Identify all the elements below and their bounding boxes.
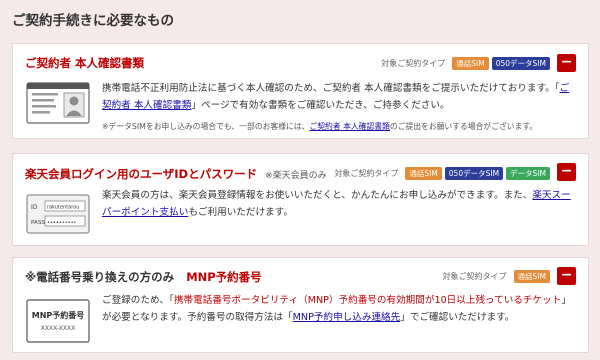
mnp-ticket-number: XXXX-XXXX (41, 325, 75, 332)
mnp-requirement-highlight: 携帯電話番号ポータビリティ（MNP）予約番号の有効期間が10日以上残っているチケ… (173, 295, 562, 306)
login-pass-label: PASS (31, 220, 45, 226)
section-description: ご登録のため、「携帯電話番号ポータビリティ（MNP）予約番号の有効期間が10日以… (102, 295, 571, 323)
badge-voice-sim: 通話SIM (405, 167, 442, 180)
contract-type-row: 対象ご契約タイプ 通話SIM 050データSIM (381, 57, 550, 70)
contract-type-label: 対象ご契約タイプ (334, 169, 399, 178)
badge-data-sim: データSIM (506, 167, 550, 180)
contract-type-row: 対象ご契約タイプ 通話SIM (443, 270, 550, 283)
badge-voice-sim: 通話SIM (513, 270, 550, 283)
mnp-ticket-icon: MNP予約番号 XXXX-XXXX (26, 299, 90, 343)
login-pass-value: •••••••••• (47, 220, 77, 226)
section-id-documents: ご契約者 本人確認書類 対象ご契約タイプ 通話SIM 050データSIM − 携… (12, 43, 589, 139)
mnp-ticket-title: MNP予約番号 (32, 310, 85, 320)
contract-type-row: 対象ご契約タイプ 通話SIM 050データSIM データSIM (334, 167, 550, 180)
collapse-button[interactable]: − (557, 54, 576, 72)
collapse-button[interactable]: − (557, 267, 576, 285)
contract-type-label: 対象ご契約タイプ (442, 272, 507, 281)
mnp-title: MNP予約番号 (186, 270, 262, 284)
section-title: ※電話番号乗り換えの方のみ MNP予約番号 (25, 270, 262, 284)
badge-050-data-sim: 050データSIM (491, 57, 550, 70)
section-description: 楽天会員の方は、楽天会員登録情報をお使いいただくと、かんたんにお申し込みができま… (102, 190, 571, 218)
badge-voice-sim: 通話SIM (452, 57, 489, 70)
contract-type-label: 対象ご契約タイプ (381, 59, 446, 68)
section-title: ご契約者 本人確認書類 (25, 56, 145, 70)
rakuten-member-only-note: ※楽天会員のみ (265, 171, 327, 181)
section-note: ※データSIMをお申し込みの場合でも、一部のお客様には、ご契約者 本人確認書類の… (102, 122, 538, 131)
section-mnp: ※電話番号乗り換えの方のみ MNP予約番号 対象ご契約タイプ 通話SIM − MN… (12, 257, 589, 353)
badge-050-data-sim: 050データSIM (444, 167, 504, 180)
login-id-value: rakutentarou (47, 205, 79, 211)
collapse-button[interactable]: − (557, 163, 576, 181)
mnp-contact-link[interactable]: MNP予約申し込み連絡先 (293, 312, 401, 323)
login-card-icon: ID PASS rakutentarou •••••••••• (26, 194, 90, 234)
login-id-label: ID (31, 204, 38, 211)
section-rakuten-login: 楽天会員ログイン用のユーザIDとパスワード ※楽天会員のみ 対象ご契約タイプ 通話… (12, 153, 589, 246)
page-title: ご契約手続きに必要なもの (12, 13, 174, 29)
section-description: 携帯電話不正利用防止法に基づく本人確認のため、ご契約者 本人確認書類をご提示いた… (102, 83, 570, 111)
id-card-icon (26, 82, 90, 124)
id-documents-note-link[interactable]: ご契約者 本人確認書類 (309, 122, 389, 131)
section-title: 楽天会員ログイン用のユーザIDとパスワード ※楽天会員のみ (25, 167, 327, 181)
